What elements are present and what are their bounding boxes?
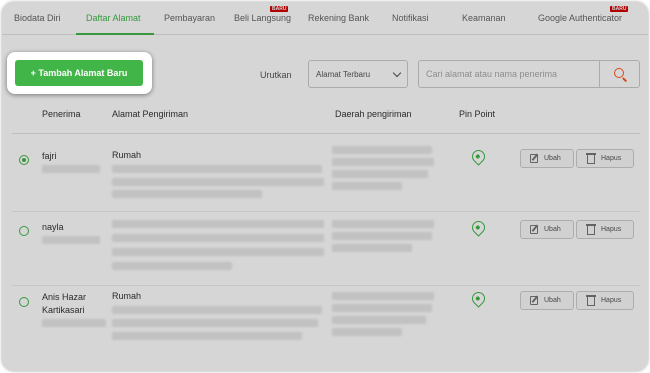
blurred-phone — [42, 319, 106, 327]
edit-button[interactable]: Ubah — [520, 149, 574, 168]
trash-icon — [586, 153, 596, 164]
blurred-phone — [42, 236, 100, 244]
blurred-address — [112, 190, 262, 198]
address-list-page: Biodata Diri Daftar Alamat Pembayaran Be… — [2, 2, 648, 371]
recipient-name: fajri — [42, 151, 57, 161]
address-label: Rumah — [112, 150, 142, 160]
edit-label: Ubah — [544, 226, 561, 233]
settings-tabs: Biodata Diri Daftar Alamat Pembayaran Be… — [2, 2, 648, 35]
blurred-address — [112, 234, 324, 242]
column-header-address: Alamat Pengiriman — [112, 109, 189, 119]
map-pin-icon[interactable] — [469, 147, 488, 166]
blurred-area — [332, 328, 402, 336]
new-badge: BARU — [270, 6, 289, 12]
search-input[interactable] — [426, 69, 596, 79]
column-header-pin-point: Pin Point — [459, 109, 496, 119]
blurred-address — [112, 332, 302, 340]
recipient-name: Anis Hazar Kartikasari — [42, 292, 87, 315]
edit-button[interactable]: Ubah — [520, 220, 574, 239]
address-label: Rumah — [112, 291, 142, 301]
highlight-frame: + Tambah Alamat Baru — [7, 52, 152, 94]
radio-icon[interactable] — [19, 226, 29, 236]
table-row: Anis Hazar Kartikasari Rumah Ubah Hapus — [12, 286, 640, 356]
tab-security[interactable]: Keamanan — [462, 13, 506, 23]
search-button[interactable] — [599, 61, 639, 87]
chevron-down-icon — [392, 68, 402, 78]
edit-icon — [530, 154, 538, 163]
radio-icon[interactable] — [19, 297, 29, 307]
blurred-area — [332, 220, 434, 228]
tab-biodata[interactable]: Biodata Diri — [14, 13, 61, 23]
tab-bank-account[interactable]: Rekening Bank — [308, 13, 369, 23]
blurred-address — [112, 165, 322, 173]
blurred-area — [332, 170, 428, 178]
add-address-button[interactable]: + Tambah Alamat Baru — [15, 60, 143, 86]
radio-icon[interactable] — [19, 155, 29, 165]
blurred-address — [112, 220, 324, 228]
trash-icon — [586, 224, 596, 235]
tab-buy-direct[interactable]: Beli Langsung — [234, 13, 291, 23]
tab-payment[interactable]: Pembayaran — [164, 13, 215, 23]
recipient-name: nayla — [42, 222, 64, 232]
map-pin-icon[interactable] — [469, 218, 488, 237]
divider — [12, 133, 640, 134]
column-header-recipient: Penerima — [42, 109, 81, 119]
sort-label: Urutkan — [260, 70, 292, 80]
edit-icon — [530, 296, 538, 305]
edit-button[interactable]: Ubah — [520, 291, 574, 310]
search-icon — [614, 68, 624, 78]
blurred-address — [112, 319, 318, 327]
sort-value: Alamat Terbaru — [316, 70, 371, 79]
delete-button[interactable]: Hapus — [576, 220, 634, 239]
map-pin-icon[interactable] — [469, 289, 488, 308]
blurred-area — [332, 158, 434, 166]
delete-label: Hapus — [601, 155, 622, 162]
search-box — [418, 60, 640, 88]
blurred-address — [112, 306, 322, 314]
blurred-area — [332, 244, 412, 252]
active-tab-indicator — [76, 33, 154, 35]
tab-address-list[interactable]: Daftar Alamat — [86, 13, 141, 23]
blurred-area — [332, 316, 426, 324]
edit-icon — [530, 225, 538, 234]
blurred-area — [332, 304, 432, 312]
sort-select[interactable]: Alamat Terbaru — [308, 60, 408, 88]
blurred-phone — [42, 165, 100, 173]
blurred-address — [112, 262, 232, 270]
blurred-area — [332, 292, 434, 300]
blurred-area — [332, 146, 432, 154]
delete-label: Hapus — [601, 226, 622, 233]
blurred-area — [332, 232, 432, 240]
delete-button[interactable]: Hapus — [576, 149, 634, 168]
column-header-area: Daerah pengiriman — [335, 109, 412, 119]
delete-label: Hapus — [601, 297, 622, 304]
delete-button[interactable]: Hapus — [576, 291, 634, 310]
blurred-address — [112, 178, 324, 186]
table-row: fajri Rumah Ubah Hapus — [12, 138, 640, 212]
table-row: nayla Ubah Hapus — [12, 212, 640, 286]
edit-label: Ubah — [544, 297, 561, 304]
new-badge: BARU — [610, 6, 629, 12]
tab-notification[interactable]: Notifikasi — [392, 13, 429, 23]
edit-label: Ubah — [544, 155, 561, 162]
trash-icon — [586, 295, 596, 306]
blurred-area — [332, 182, 402, 190]
tab-google-authenticator[interactable]: Google Authenticator — [538, 13, 622, 23]
blurred-address — [112, 248, 324, 256]
